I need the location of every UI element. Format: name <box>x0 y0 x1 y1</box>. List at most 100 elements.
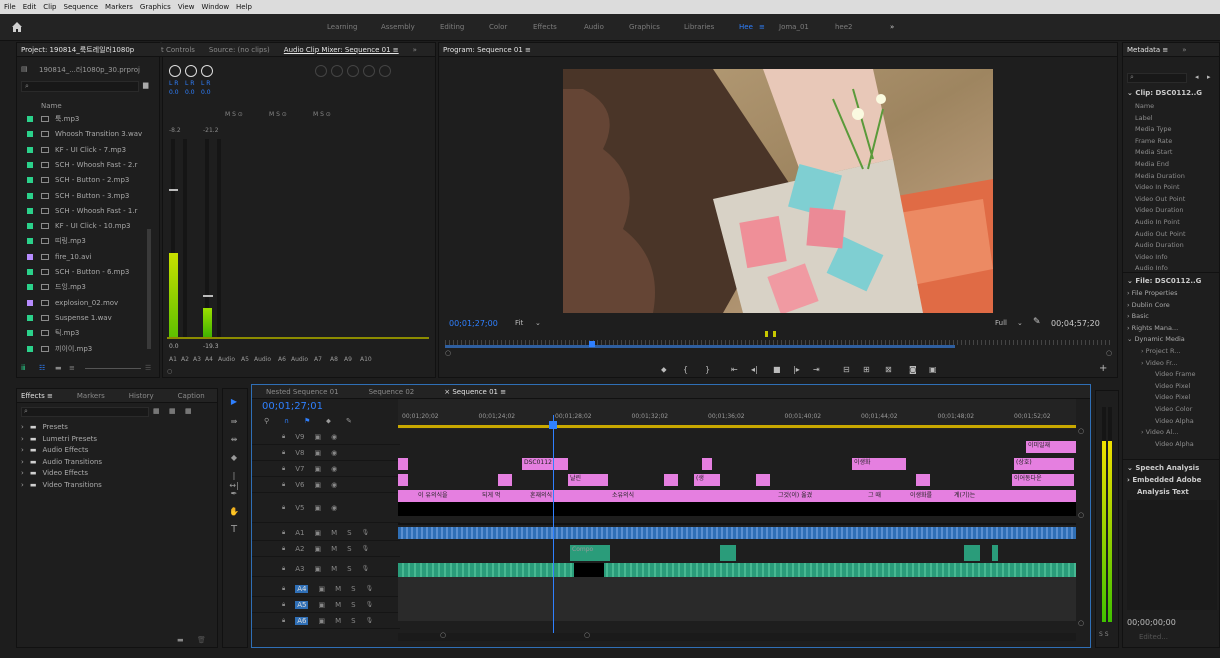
label-color-chip[interactable] <box>27 131 33 138</box>
project-tab[interactable]: Project: 190814_룩트레일러1080p <box>21 45 134 55</box>
audio-track-header[interactable]: 🔒︎ A5 ▣ M S 🎙︎ <box>252 597 400 613</box>
type-tool-icon[interactable]: T <box>229 525 239 535</box>
extract-icon[interactable]: ⊞ <box>863 365 870 374</box>
metadata-section[interactable]: › Rights Mana... <box>1127 324 1178 332</box>
label-color-chip[interactable] <box>27 116 33 122</box>
mixer-scroll-handle[interactable]: ○ <box>167 368 172 375</box>
delete-icon[interactable]: 🗑 <box>197 636 206 644</box>
menu-edit[interactable]: Edit <box>23 3 37 11</box>
sync-lock-icon[interactable]: ▣ <box>314 504 321 512</box>
microphone-icon[interactable]: 🎙︎ <box>366 585 374 592</box>
effects-tree-item[interactable]: › ▬ Video Transitions <box>21 481 102 489</box>
clip-v8[interactable]: 이미일재 <box>1026 441 1076 453</box>
video-track-header[interactable]: 🔒︎ V9 ▣ ◉ <box>252 429 400 445</box>
video-track-header[interactable]: 🔒︎ V6 ▣ ◉ <box>252 477 400 493</box>
icon-view-icon[interactable]: ☷ <box>39 364 45 372</box>
lock-icon[interactable]: 🔒︎ <box>282 529 285 537</box>
nested-sequence-tab[interactable]: Nested Sequence 01 <box>266 388 339 396</box>
audio-track-header[interactable]: 🔒︎ A3 ▣ M S 🎙︎ <box>252 561 400 577</box>
clip-a2-compose[interactable]: Compo <box>570 545 610 561</box>
program-playhead[interactable] <box>589 341 595 347</box>
clip-v6-5[interactable] <box>916 474 930 486</box>
pan-knob[interactable] <box>185 65 197 77</box>
clip-v7-2[interactable] <box>702 458 712 470</box>
mute-solo-record-buttons[interactable]: M S ⊙ <box>269 111 287 118</box>
clip-v7-dsc[interactable]: DSC0112 <box>522 458 568 470</box>
speech-analysis-section[interactable]: ⌄ Speech Analysis <box>1127 464 1199 472</box>
eye-icon[interactable]: ◉ <box>331 465 337 473</box>
embedded-adobe-section[interactable]: › Embedded Adobe <box>1127 476 1201 484</box>
lock-icon[interactable]: 🔒︎ <box>282 465 285 473</box>
workspace-effects[interactable]: Effects <box>533 23 557 31</box>
markers-tab[interactable]: Markers <box>77 392 105 400</box>
32bit-effects-icon[interactable]: ▦ <box>169 407 176 415</box>
audio-clip-mixer-tab[interactable]: Audio Clip Mixer: Sequence 01 ≡ <box>284 46 399 54</box>
zoom-handle-right[interactable]: ○ <box>1106 349 1112 357</box>
panel-more-icon[interactable]: » <box>413 46 417 54</box>
label-color-chip[interactable] <box>27 177 33 184</box>
microphone-icon[interactable]: 🎙︎ <box>366 601 374 608</box>
slip-tool-icon[interactable]: |↔| <box>229 471 239 490</box>
menu-view[interactable]: View <box>178 3 195 11</box>
menu-clip[interactable]: Clip <box>43 3 56 11</box>
sync-lock-icon[interactable]: ▣ <box>318 617 325 625</box>
meter-solo-labels[interactable]: S S <box>1099 631 1109 638</box>
add-marker-icon[interactable]: ⚑ <box>304 417 310 425</box>
mute-button[interactable]: M <box>335 601 341 609</box>
effects-tab[interactable]: Effects ≡ <box>21 392 53 400</box>
list-view-icon[interactable]: ⅲ <box>21 364 25 372</box>
project-col-name[interactable]: Name <box>41 102 62 110</box>
home-icon[interactable] <box>10 20 24 34</box>
lock-icon[interactable]: 🔒︎ <box>282 565 285 573</box>
razor-tool-icon[interactable]: ◆ <box>229 453 239 463</box>
fit-dropdown[interactable]: Fit <box>515 319 523 327</box>
lock-icon[interactable]: 🔒︎ <box>282 585 285 593</box>
project-item[interactable]: 띠링.mp3 <box>41 235 86 247</box>
project-item[interactable]: fire_10.avi <box>41 251 91 263</box>
microphone-icon[interactable]: 🎙︎ <box>362 529 370 536</box>
eye-icon[interactable]: ◉ <box>331 449 337 457</box>
workspace-more-icon[interactable]: » <box>890 23 894 31</box>
ripple-edit-tool-icon[interactable]: ⇹ <box>229 435 239 445</box>
pan-knob[interactable] <box>331 65 343 77</box>
wrench-icon[interactable]: ✎ <box>1033 317 1041 327</box>
analysis-text-area[interactable] <box>1127 500 1217 610</box>
solo-button[interactable]: S <box>347 545 351 553</box>
label-color-chip[interactable] <box>27 269 33 275</box>
label-color-chip[interactable] <box>27 284 33 291</box>
lock-icon[interactable]: 🔒︎ <box>282 481 285 489</box>
label-color-chip[interactable] <box>27 345 33 352</box>
workspace-color[interactable]: Color <box>489 23 507 31</box>
eye-icon[interactable]: ◉ <box>331 481 337 489</box>
clip-v6-2[interactable] <box>498 474 512 486</box>
pen-tool-icon[interactable]: ✒ <box>229 489 239 499</box>
mute-button[interactable]: M <box>331 529 337 537</box>
label-color-chip[interactable] <box>27 299 33 306</box>
project-item[interactable]: 틱.mp3 <box>41 327 79 339</box>
effects-tree-item[interactable]: › ▬ Video Effects <box>21 469 88 477</box>
lock-icon[interactable]: 🔒︎ <box>282 601 285 609</box>
menu-window[interactable]: Window <box>201 3 229 11</box>
go-to-out-icon[interactable]: ⇥ <box>813 365 820 374</box>
effects-search-input[interactable]: ⌕ <box>21 407 149 417</box>
label-color-chip[interactable] <box>27 223 33 230</box>
camera-icon[interactable]: ◙ <box>909 365 917 374</box>
timeline-settings-icon[interactable]: ✎ <box>346 417 352 425</box>
scroll-handle-right[interactable]: ○ <box>584 631 590 639</box>
workspace-learning[interactable]: Learning <box>327 23 357 31</box>
video-track-header[interactable]: 🔒︎ V5 ▣ ◉ <box>252 493 400 523</box>
effects-tree-item[interactable]: › ▬ Lumetri Presets <box>21 435 97 443</box>
eye-icon[interactable]: ◉ <box>331 504 337 512</box>
effects-tree-item[interactable]: › ▬ Audio Effects <box>21 446 88 454</box>
solo-button[interactable]: S <box>351 585 355 593</box>
snap-icon[interactable]: ⚲ <box>264 417 269 425</box>
sync-lock-icon[interactable]: ▣ <box>314 449 321 457</box>
label-color-chip[interactable] <box>27 253 33 260</box>
workspace-editing[interactable]: Editing <box>440 23 464 31</box>
microphone-icon[interactable]: 🎙︎ <box>362 565 370 572</box>
workspace-graphics[interactable]: Graphics <box>629 23 660 31</box>
panel-menu-icon[interactable]: ☰ <box>145 364 151 372</box>
label-color-chip[interactable] <box>27 161 33 168</box>
project-item[interactable]: 드잉.mp3 <box>41 281 86 293</box>
metadata-search-input[interactable]: ⌕ <box>1127 73 1187 83</box>
